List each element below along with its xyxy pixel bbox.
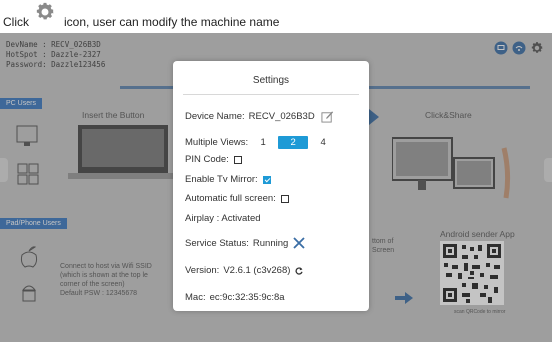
pin-code-row: PIN Code: (185, 154, 242, 165)
stop-service-icon[interactable] (293, 237, 305, 249)
tv-mirror-checkbox[interactable] (262, 175, 271, 184)
mac-value: ec:9c:32:35:9c:8a (209, 292, 285, 303)
mac-label: Mac: (185, 292, 206, 303)
mac-row: Mac: ec:9c:32:35:9c:8a (185, 292, 285, 303)
pin-code-label: PIN Code: (185, 154, 229, 165)
pin-code-checkbox[interactable] (233, 155, 242, 164)
device-name-label: Device Name: (185, 111, 245, 122)
version-label: Version: (185, 265, 220, 276)
auto-fullscreen-label: Automatic full screen: (185, 193, 276, 204)
tv-mirror-label: Enable Tv Mirror: (185, 174, 258, 185)
service-status-value: Running (252, 237, 289, 249)
instruction-caption: Click icon, user can modify the machine … (0, 0, 552, 33)
view-option-2[interactable]: 2 (278, 136, 309, 149)
settings-title: Settings (252, 75, 290, 86)
device-name-row: Device Name: RECV_026B3D (185, 110, 334, 123)
multiple-views-row: Multiple Views: 1 2 4 (185, 136, 338, 149)
airplay-row: Airplay : Activated (185, 213, 261, 224)
service-status-row: Service Status: Running (185, 237, 305, 249)
view-option-1[interactable]: 1 (248, 137, 278, 148)
refresh-icon[interactable] (295, 266, 304, 275)
view-option-4[interactable]: 4 (308, 137, 338, 148)
device-name-value: RECV_026B3D (248, 111, 315, 122)
multiple-views-label: Multiple Views: (185, 137, 249, 148)
auto-fullscreen-checkbox[interactable] (280, 194, 289, 203)
gear-icon (36, 2, 54, 20)
caption-text-before: Click (3, 15, 29, 29)
service-status-label: Service Status: (185, 237, 249, 249)
settings-dialog: Settings Device Name: RECV_026B3D Multip… (173, 61, 369, 311)
airplay-status: Airplay : Activated (185, 213, 261, 224)
edit-icon[interactable] (321, 110, 334, 123)
caption-text-after: icon, user can modify the machine name (64, 15, 280, 29)
version-row: Version: V2.6.1 (c3v268) (185, 265, 304, 276)
version-value: V2.6.1 (c3v268) (223, 265, 291, 276)
tv-mirror-row: Enable Tv Mirror: (185, 174, 271, 185)
auto-fullscreen-row: Automatic full screen: (185, 193, 289, 204)
title-divider (183, 94, 359, 95)
